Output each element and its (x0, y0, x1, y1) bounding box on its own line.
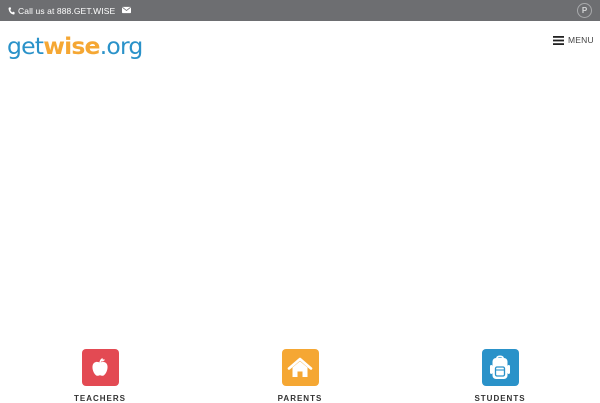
pinterest-icon[interactable]: P (577, 3, 592, 18)
site-header: getwise.org MENU (0, 21, 600, 71)
envelope-icon[interactable] (122, 6, 131, 14)
phone-contact[interactable]: Call us at 888.GET.WISE (8, 0, 115, 21)
parents-tile (281, 349, 319, 386)
logo-part-wise: wise (43, 32, 100, 60)
parents-label: PARENTS (277, 394, 323, 403)
audience-links: TEACHERS PARENTS STUDENTS (0, 349, 600, 403)
phone-text: Call us at 888.GET.WISE (18, 5, 116, 16)
hero-area (0, 71, 600, 341)
apple-icon (92, 357, 108, 376)
teachers-label: TEACHERS (73, 394, 126, 403)
hamburger-icon (553, 35, 564, 45)
teachers-link[interactable]: TEACHERS (60, 349, 140, 403)
students-link[interactable]: STUDENTS (460, 349, 540, 403)
phone-icon (8, 6, 15, 15)
top-utility-bar: Call us at 888.GET.WISE P (0, 0, 600, 21)
logo-part-org: .org (99, 32, 144, 60)
house-icon (287, 357, 313, 377)
logo-part-get: get (7, 32, 44, 60)
site-logo[interactable]: getwise.org (7, 29, 143, 63)
backpack-icon (490, 354, 510, 379)
students-tile (481, 349, 519, 386)
teachers-tile (81, 349, 119, 386)
menu-label: MENU (568, 35, 594, 45)
parents-link[interactable]: PARENTS (260, 349, 340, 403)
students-label: STUDENTS (474, 394, 526, 403)
menu-button[interactable]: MENU (553, 34, 594, 46)
